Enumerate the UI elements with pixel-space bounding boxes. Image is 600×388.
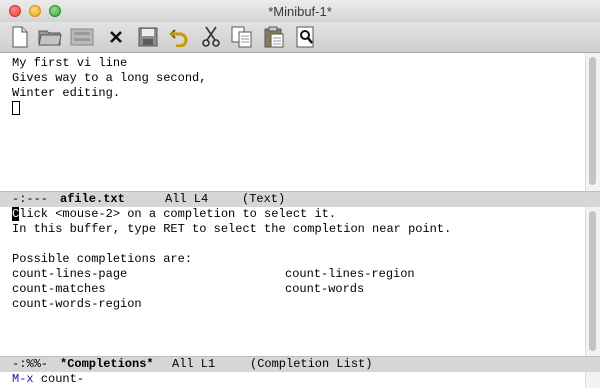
minibuffer-input[interactable]: count-	[41, 372, 84, 386]
completion-item[interactable]: count-matches	[12, 282, 285, 297]
text-buffer[interactable]: My first vi line Gives way to a long sec…	[0, 56, 586, 190]
modeline-mode[interactable]: (Completion List)	[250, 357, 372, 372]
completions-help-line: Click <mouse-2> on a completion to selec…	[12, 207, 337, 221]
completion-item[interactable]: count-words-region	[12, 297, 285, 312]
modeline-buffer-name[interactable]: afile.txt	[60, 192, 125, 207]
save-icon[interactable]	[136, 25, 160, 49]
modeline-status: -:---	[12, 192, 49, 206]
toolbar	[0, 22, 600, 53]
buffer-scrollbar[interactable]	[585, 53, 600, 191]
dired-icon[interactable]	[70, 25, 94, 49]
completions-row: count-matches count-words	[0, 282, 586, 297]
undo-icon[interactable]	[167, 25, 191, 49]
completion-item[interactable]: count-lines-page	[12, 267, 285, 282]
buffer-line: Winter editing.	[12, 86, 121, 100]
modeline-mode[interactable]: (Text)	[242, 192, 285, 207]
minibuffer-prompt: M-x	[12, 372, 34, 386]
completions-heading: Possible completions are:	[12, 252, 193, 266]
buffer-scrollbar-thumb[interactable]	[589, 57, 596, 185]
minibuffer-scrollbar[interactable]	[585, 372, 600, 388]
completions-row: count-lines-page count-lines-region	[0, 267, 586, 282]
text-cursor	[12, 101, 20, 115]
completions-buffer[interactable]: Click <mouse-2> on a completion to selec…	[0, 207, 586, 355]
modeline-buffer-name[interactable]: *Completions*	[60, 357, 154, 372]
buffer-line: Gives way to a long second,	[12, 71, 207, 85]
completions-help-line: In this buffer, type RET to select the c…	[12, 222, 452, 236]
modeline-position: All L4	[165, 192, 209, 206]
close-buffer-icon[interactable]	[104, 25, 128, 49]
search-icon[interactable]	[294, 25, 318, 49]
completion-item[interactable]: count-lines-region	[285, 267, 415, 282]
modeline-position: All L1	[172, 357, 216, 371]
new-file-icon[interactable]	[8, 25, 32, 49]
title-bar: *Minibuf-1*	[0, 0, 600, 23]
completions-scrollbar-thumb[interactable]	[589, 211, 596, 351]
window-title: *Minibuf-1*	[268, 4, 332, 19]
paste-icon[interactable]	[262, 25, 286, 49]
cut-icon[interactable]	[199, 25, 223, 49]
mode-line-text-buffer: -:--- afile.txt All L4 (Text)	[0, 191, 600, 208]
buffer-line	[0, 101, 586, 116]
completions-scrollbar[interactable]	[585, 207, 600, 356]
minibuffer[interactable]: M-x count-	[0, 372, 586, 388]
mode-line-completions: -:%%- *Completions* All L1 (Completion L…	[0, 356, 600, 373]
open-folder-icon[interactable]	[38, 25, 62, 49]
buffer-line: My first vi line	[12, 56, 128, 70]
completions-row: count-words-region	[0, 297, 586, 312]
completion-item[interactable]: count-words	[285, 282, 364, 297]
modeline-status: -:%%-	[12, 357, 49, 371]
copy-icon[interactable]	[230, 25, 254, 49]
